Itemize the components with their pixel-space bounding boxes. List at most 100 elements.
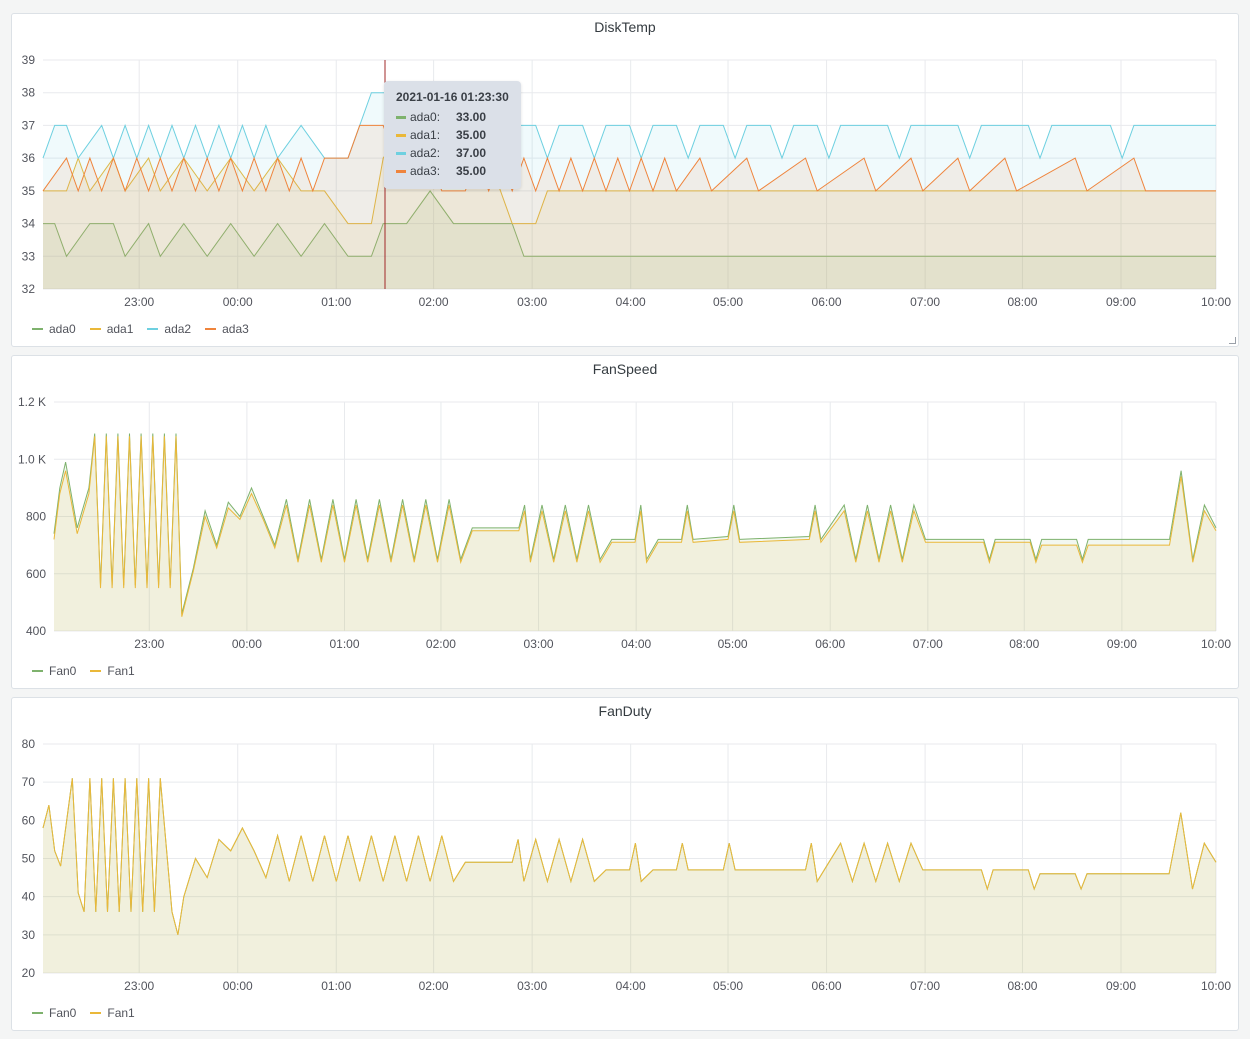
tooltip-swatch: [396, 151, 406, 155]
y-tick-label: 34: [22, 217, 36, 231]
x-tick-label: 23:00: [124, 295, 154, 309]
x-tick-label: 04:00: [621, 637, 651, 651]
legend-label: Fan1: [107, 1006, 135, 1020]
x-tick-label: 03:00: [524, 637, 554, 651]
x-tick-label: 10:00: [1201, 979, 1231, 993]
x-tick-label: 02:00: [426, 637, 456, 651]
series-area-Fan1: [43, 778, 1216, 973]
x-tick-label: 10:00: [1201, 637, 1231, 651]
legend-label: ada2: [164, 322, 192, 336]
y-tick-label: 600: [26, 567, 46, 581]
resize-handle-icon[interactable]: [1229, 337, 1236, 344]
y-tick-label: 50: [22, 852, 36, 866]
tooltip-row: ada2: 37.00: [396, 144, 521, 162]
legend-item-ada0[interactable]: ada0: [32, 322, 76, 336]
disktemp-panel: DiskTemp 32 33 34 35 36 37 38 39 23:00 00:00 01:00…: [11, 13, 1239, 347]
legend-item-fan0[interactable]: Fan0: [32, 664, 76, 678]
y-tick-label: 80: [22, 737, 36, 751]
x-tick-label: 09:00: [1106, 295, 1136, 309]
legend-item-fan0[interactable]: Fan0: [32, 1006, 76, 1020]
y-tick-label: 1.2 K: [18, 395, 46, 409]
legend: Fan0 Fan1: [32, 664, 135, 678]
y-tick-label: 20: [22, 966, 36, 980]
x-tick-label: 00:00: [223, 979, 253, 993]
x-tick-label: 07:00: [913, 637, 943, 651]
legend-label: ada3: [222, 322, 249, 336]
x-tick-label: 03:00: [517, 295, 547, 309]
y-tick-label: 36: [22, 151, 36, 165]
x-tick-label: 05:00: [713, 979, 743, 993]
x-tick-label: 09:00: [1107, 637, 1137, 651]
tooltip-swatch: [396, 133, 406, 137]
legend-item-ada2[interactable]: ada2: [147, 322, 191, 336]
legend-label: Fan0: [49, 1006, 77, 1020]
y-tick-label: 70: [22, 775, 36, 789]
y-tick-label: 60: [22, 813, 36, 827]
y-tick-label: 35: [22, 184, 36, 198]
x-tick-label: 00:00: [223, 295, 253, 309]
x-tick-label: 09:00: [1106, 979, 1136, 993]
legend-swatch: [205, 328, 217, 330]
tooltip-series-name: ada3:: [410, 164, 441, 178]
x-tick-label: 06:00: [812, 295, 842, 309]
legend-item-ada3[interactable]: ada3: [205, 322, 249, 336]
disktemp-chart[interactable]: 32 33 34 35 36 37 38 39 23:00 00:00 01:00 02:00 03:0…: [12, 14, 1240, 314]
y-tick-label: 37: [22, 118, 36, 132]
legend: Fan0 Fan1: [32, 1006, 135, 1020]
legend-swatch: [90, 1012, 102, 1014]
legend-swatch: [147, 328, 159, 330]
fanduty-panel: FanDuty 20 30 40 50 60 70 80 23:00 00:00 01:00 02:…: [11, 697, 1239, 1031]
x-tick-label: 06:00: [812, 979, 842, 993]
legend: ada0 ada1 ada2 ada3: [32, 322, 249, 336]
x-tick-label: 01:00: [321, 979, 351, 993]
x-tick-label: 10:00: [1201, 295, 1231, 309]
x-tick-label: 06:00: [815, 637, 845, 651]
x-tick-label: 03:00: [517, 979, 547, 993]
legend-item-ada1[interactable]: ada1: [89, 322, 134, 336]
x-tick-label: 00:00: [232, 637, 262, 651]
legend-swatch: [89, 328, 101, 330]
tooltip-series-value: 35.00: [456, 128, 487, 142]
x-tick-label: 07:00: [910, 295, 940, 309]
x-tick-label: 02:00: [419, 295, 449, 309]
legend-label: ada1: [106, 322, 134, 336]
tooltip-swatch: [396, 115, 406, 119]
tooltip-row: ada0: 33.00: [396, 108, 521, 126]
y-tick-label: 32: [22, 282, 36, 296]
x-tick-label: 08:00: [1007, 295, 1037, 309]
x-tick-label: 01:00: [321, 295, 351, 309]
x-tick-label: 08:00: [1009, 637, 1039, 651]
x-tick-label: 23:00: [134, 637, 164, 651]
y-tick-label: 33: [22, 249, 36, 263]
y-tick-label: 1.0 K: [18, 452, 46, 466]
tooltip-series-name: ada2:: [410, 146, 441, 160]
legend-item-fan1[interactable]: Fan1: [90, 664, 135, 678]
tooltip-series-value: 35.00: [456, 164, 487, 178]
legend-swatch: [32, 670, 43, 672]
tooltip-row: ada1: 35.00: [396, 126, 521, 144]
tooltip-series-name: ada1:: [410, 128, 441, 142]
y-tick-label: 39: [22, 53, 36, 67]
series-area-Fan1: [54, 436, 1216, 631]
legend-label: Fan0: [49, 664, 77, 678]
y-tick-label: 800: [26, 510, 46, 524]
x-tick-label: 04:00: [616, 979, 646, 993]
fanspeed-chart[interactable]: 400 600 800 1.0 K 1.2 K 23:00 00:00 01:00 02:00 0…: [12, 356, 1240, 656]
x-tick-label: 07:00: [910, 979, 940, 993]
x-tick-label: 02:00: [419, 979, 449, 993]
y-tick-label: 400: [26, 624, 46, 638]
x-tick-label: 04:00: [616, 295, 646, 309]
x-tick-label: 05:00: [718, 637, 748, 651]
legend-swatch: [32, 328, 43, 330]
x-tick-label: 05:00: [713, 295, 743, 309]
legend-swatch: [32, 1012, 43, 1014]
legend-item-fan1[interactable]: Fan1: [90, 1006, 135, 1020]
legend-label: ada0: [49, 322, 76, 336]
tooltip-series-value: 33.00: [456, 110, 487, 124]
tooltip-swatch: [396, 169, 406, 173]
legend-label: Fan1: [107, 664, 135, 678]
tooltip-series-name: ada0:: [410, 110, 441, 124]
x-tick-label: 23:00: [124, 979, 154, 993]
tooltip-row: ada3: 35.00: [396, 162, 521, 180]
fanduty-chart[interactable]: 20 30 40 50 60 70 80 23:00 00:00 01:00 02:00 03:00 0…: [12, 698, 1240, 998]
